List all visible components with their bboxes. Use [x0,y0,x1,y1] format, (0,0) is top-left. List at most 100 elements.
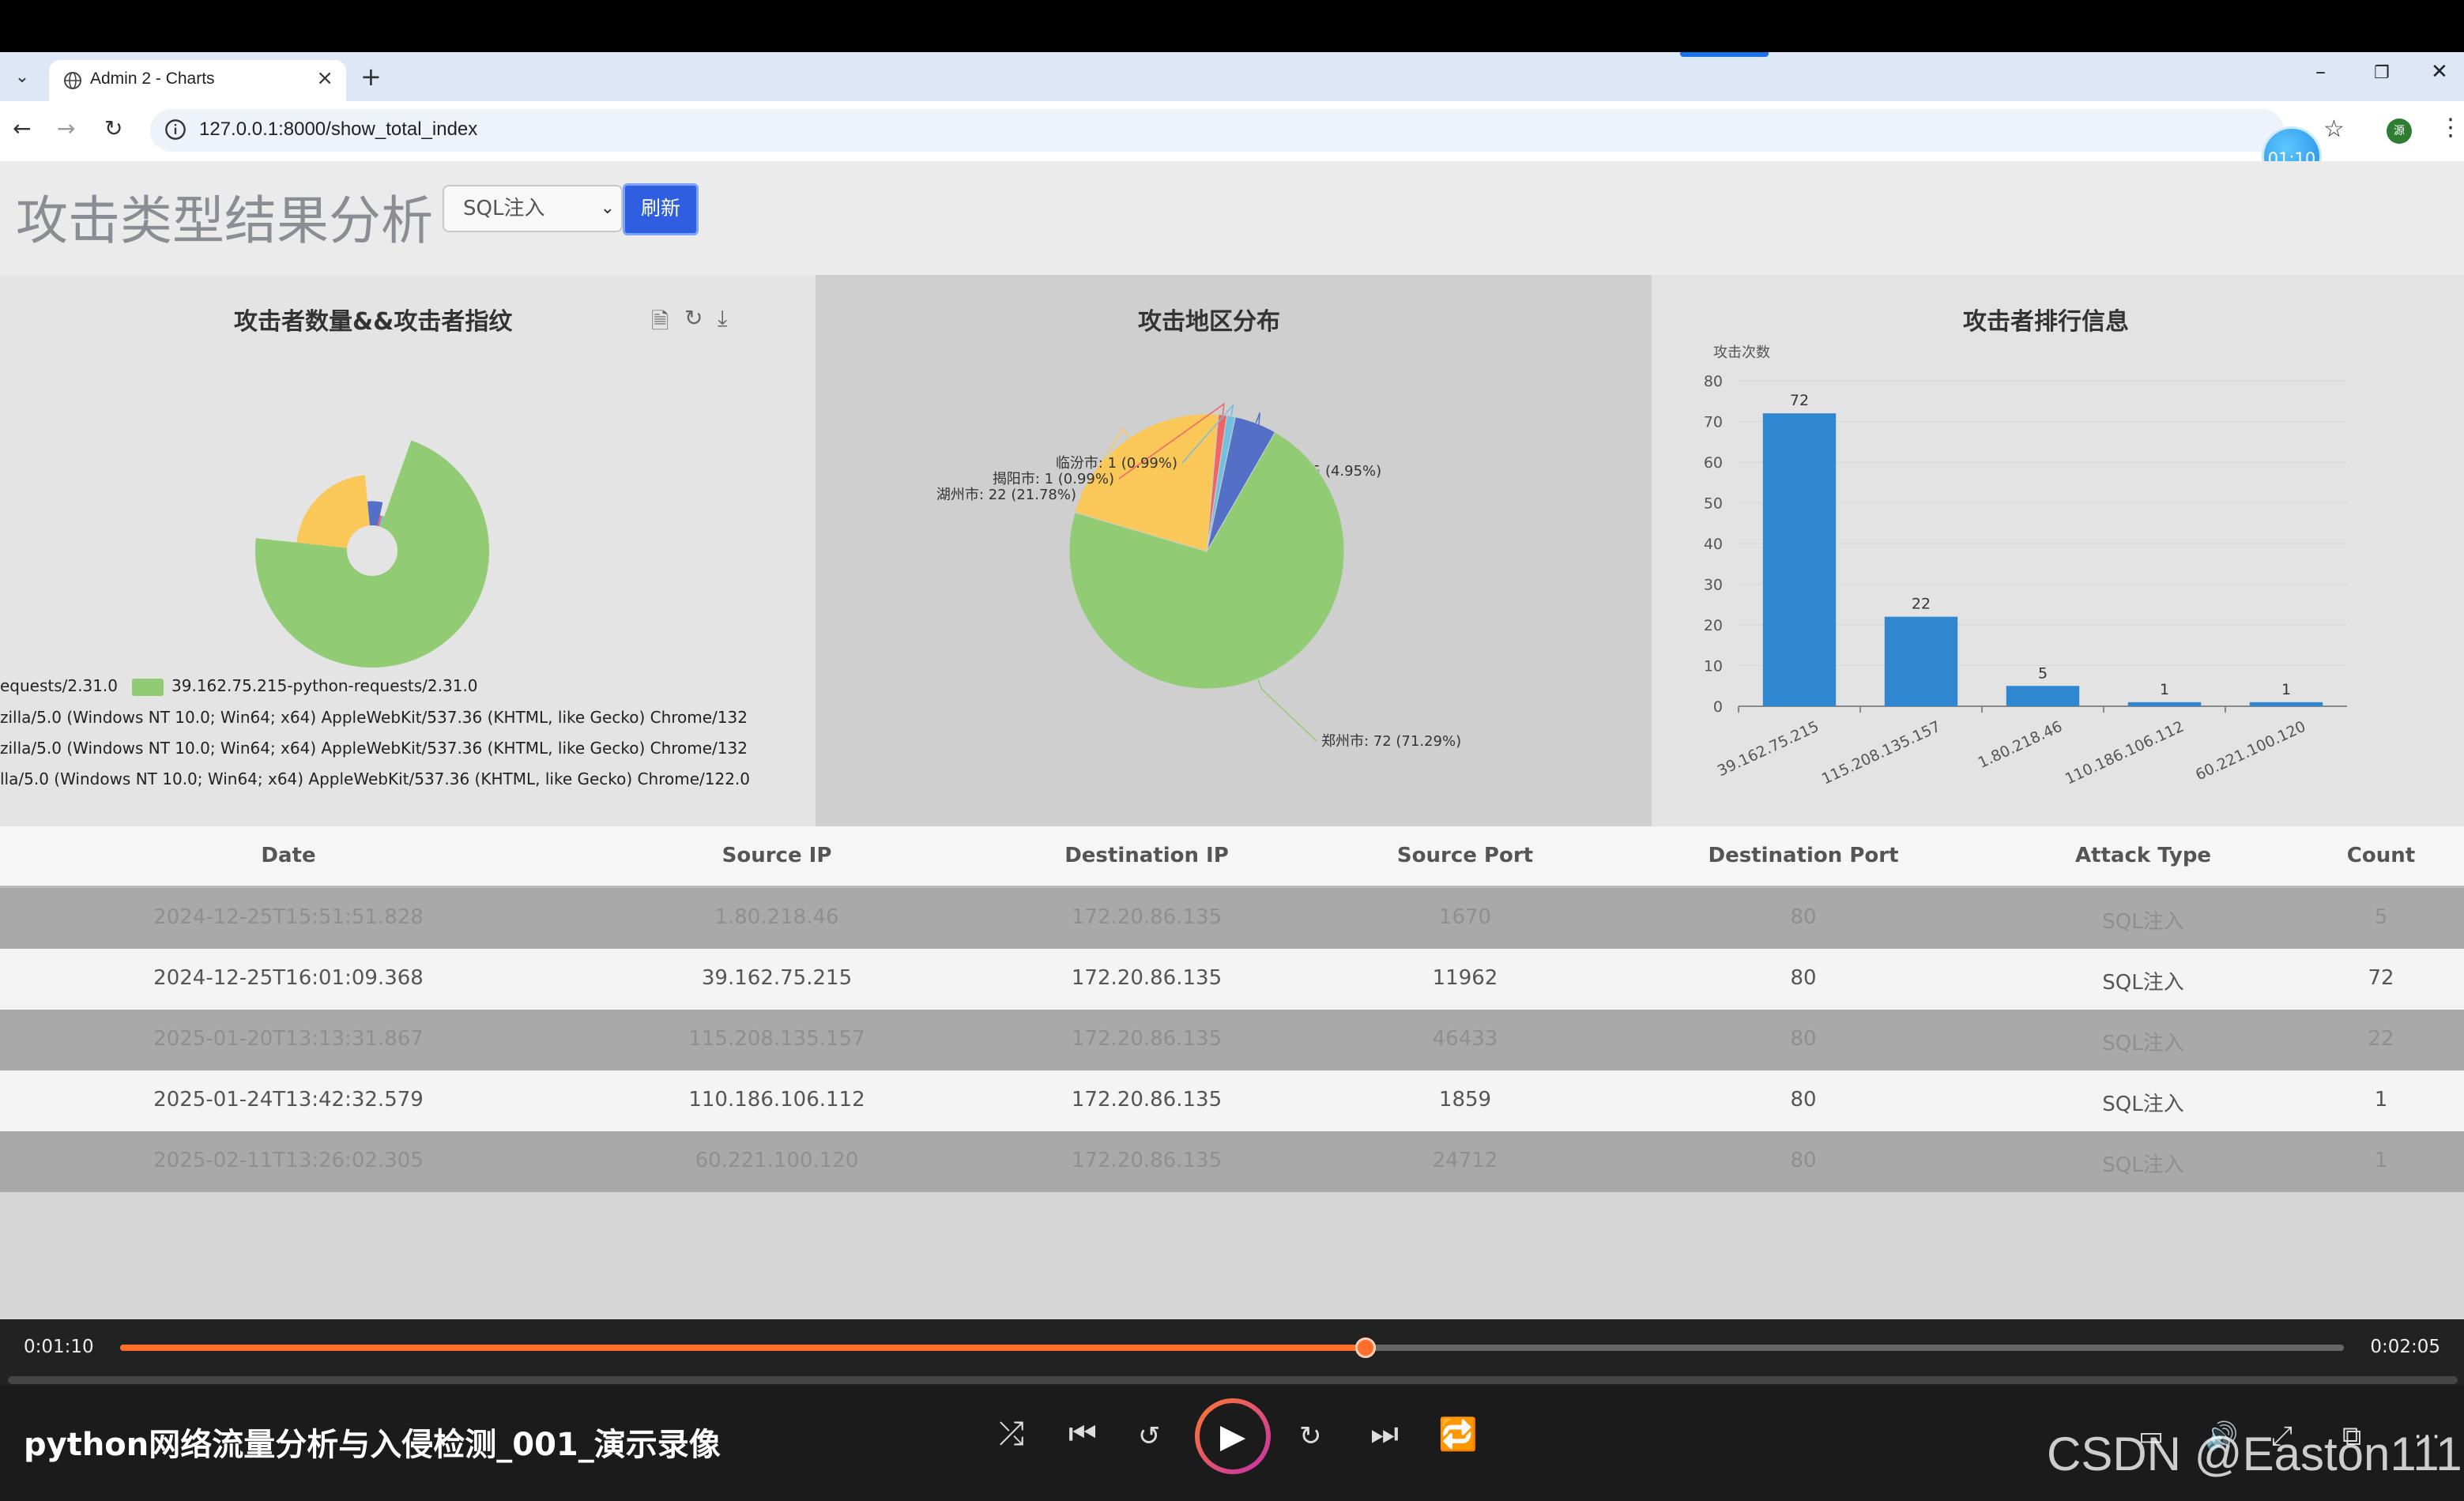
window-restore-icon[interactable]: ❐ [2374,63,2390,83]
seek-track[interactable] [120,1337,2344,1358]
back-arrow-icon[interactable]: ← [13,115,31,141]
pie-slice-label: 郑州市: 72 (71.29%) [1321,733,1461,750]
browser-menu-icon[interactable]: ⋮ [2439,114,2462,141]
tab-list-chevron-icon[interactable]: ⌄ [8,63,36,92]
y-tick-label: 50 [1704,495,1723,513]
column-header[interactable]: Destination IP [1064,844,1229,867]
column-header[interactable]: Date [261,844,315,867]
refresh-button[interactable]: 刷新 [623,183,699,235]
table-cell: 24712 [1432,1149,1498,1172]
column-header[interactable]: Source IP [722,844,832,867]
y-tick-label: 40 [1704,536,1723,553]
table-cell: 172.20.86.135 [1071,1088,1223,1112]
bar[interactable] [2006,686,2080,706]
forward-arrow-icon[interactable]: → [57,115,75,141]
table-cell: 1.80.218.46 [714,905,839,929]
new-tab-plus-icon[interactable]: + [360,62,382,92]
legend-row-1[interactable]: equests/2.31.0 39.162.75.215-python-reque… [0,676,816,696]
table-cell: 172.20.86.135 [1071,905,1223,929]
table-cell: SQL注入 [2102,1032,2184,1055]
table-cell: 2025-01-24T13:42:32.579 [153,1088,424,1112]
attack-type-select[interactable]: SQL注入 ⌄ [443,185,623,232]
table-cell: SQL注入 [2102,971,2184,995]
browser-tab-active[interactable]: Admin 2 - Charts × [49,60,346,101]
video-player-bar: 0:01:10 0:02:05 python网络流量分析与入侵检测_001_演示… [0,1319,2464,1501]
bar-value-label: 1 [2281,681,2291,698]
x-tick-label: 115.208.135.157 [1819,718,1943,788]
table-cell: SQL注入 [2102,1153,2184,1177]
horizontal-scrollbar[interactable] [8,1376,2458,1384]
table-cell: 60.221.100.120 [695,1149,859,1172]
y-tick-label: 10 [1704,658,1723,675]
table-cell: 39.162.75.215 [701,966,853,990]
bar[interactable] [1762,413,1837,706]
table-body: 2024-12-25T15:51:51.828 1.80.218.46 172.20… [0,888,2464,1192]
table-row[interactable]: 2024-12-25T16:01:09.368 39.162.75.215 172.… [0,949,2464,1010]
table-cell: 72 [2368,966,2394,990]
bookmark-star-icon[interactable]: ☆ [2323,115,2345,143]
profile-avatar[interactable]: 源 [2387,118,2412,144]
table-cell: 2025-01-20T13:13:31.867 [153,1027,424,1051]
rose-slice[interactable] [255,440,489,668]
address-bar[interactable]: 127.0.0.1:8000/show_total_index [150,109,2284,152]
seek-handle[interactable] [1354,1337,1376,1358]
page-header: 攻击类型结果分析 SQL注入 ⌄ 刷新 [0,161,2464,275]
y-tick-label: 70 [1704,414,1723,431]
legend-label: equests/2.31.0 [0,676,119,695]
page-content: 攻击类型结果分析 SQL注入 ⌄ 刷新 攻击者数量&&攻击者指纹 🗎 ↻ ⤓ e… [0,161,2464,1319]
x-tick-label: 60.221.100.120 [2193,718,2308,784]
repeat-icon[interactable]: 🔁 [1438,1416,1478,1453]
legend-row-2[interactable]: zilla/5.0 (Windows NT 10.0; Win64; x64) … [0,708,749,727]
column-header[interactable]: Attack Type [2075,844,2211,867]
seek-progress-fill [120,1345,1366,1351]
bar-value-label: 5 [2038,664,2048,682]
table-cell: 172.20.86.135 [1071,1149,1223,1172]
rewind-10-icon[interactable]: ↺ [1138,1420,1161,1452]
legend-label: 39.162.75.215-python-requests/2.31.0 [171,676,478,695]
region-pie-chart: 西安市: 5 (4.95%)郑州市: 72 (71.29%)湖州市: 22 (2… [936,402,1461,750]
table-header: Date Source IP Destination IP Source Port De… [0,826,2464,888]
table-row[interactable]: 2025-02-11T13:26:02.305 60.221.100.120 172… [0,1131,2464,1192]
y-tick-label: 0 [1713,698,1723,716]
bar-value-label: 1 [2160,681,2169,698]
table-cell: 80 [1790,966,1817,990]
table-row[interactable]: 2024-12-25T15:51:51.828 1.80.218.46 172.20… [0,888,2464,949]
screen: { "browser": { "tab_title": "Admin 2 - C… [0,0,2464,1501]
table-cell: 172.20.86.135 [1071,966,1223,990]
x-tick-label: 1.80.218.46 [1976,718,2065,772]
next-icon[interactable]: ⏭ [1370,1416,1399,1452]
shuffle-icon[interactable]: ⤮ [999,1416,1024,1452]
pie-slice-label: 临汾市: 1 (0.99%) [1056,455,1177,472]
column-header[interactable]: Count [2347,844,2415,867]
table-row[interactable]: 2025-01-24T13:42:32.579 110.186.106.112 17… [0,1070,2464,1131]
y-tick-label: 60 [1704,454,1723,472]
table-cell: 1 [2374,1088,2388,1112]
browser-tabstrip: ⌄ Admin 2 - Charts × + – ❐ ✕ [0,52,2464,101]
total-time: 0:02:05 [2370,1337,2440,1357]
rose-slice[interactable] [296,475,370,548]
reload-icon[interactable]: ↻ [104,115,122,141]
table-cell: 80 [1790,1149,1817,1172]
column-header[interactable]: Destination Port [1708,844,1898,867]
legend-row-3[interactable]: zilla/5.0 (Windows NT 10.0; Win64; x64) … [0,739,749,758]
ranking-bar-chart: 攻击次数010203040506070807239.162.75.2152211… [1704,344,2347,788]
legend-row-4[interactable]: lla/5.0 (Windows NT 10.0; Win64; x64) Ap… [0,769,749,788]
window-close-icon[interactable]: ✕ [2431,60,2448,84]
table-row[interactable]: 2025-01-20T13:13:31.867 115.208.135.157 17… [0,1010,2464,1070]
table-cell: 5 [2374,905,2388,929]
pie-slice-label: 湖州市: 22 (21.78%) [936,487,1076,503]
site-info-icon[interactable] [164,118,186,141]
bar-value-label: 72 [1790,392,1809,409]
browser-toolbar: ← → ↻ 127.0.0.1:8000/show_total_index [0,101,2464,161]
bar[interactable] [1884,616,1958,706]
column-header[interactable]: Source Port [1397,844,1533,867]
tab-close-icon[interactable]: × [316,66,333,90]
window-minimize-icon[interactable]: – [2315,60,2326,84]
play-button[interactable]: ▶ [1195,1398,1271,1474]
previous-icon[interactable]: ⏮ [1068,1416,1097,1452]
bar[interactable] [2127,702,2202,706]
url-text: 127.0.0.1:8000/show_total_index [199,118,478,140]
attack-table: Date Source IP Destination IP Source Port De… [0,826,2464,1192]
bar[interactable] [2249,702,2323,706]
forward-30-icon[interactable]: ↻ [1299,1420,1322,1452]
